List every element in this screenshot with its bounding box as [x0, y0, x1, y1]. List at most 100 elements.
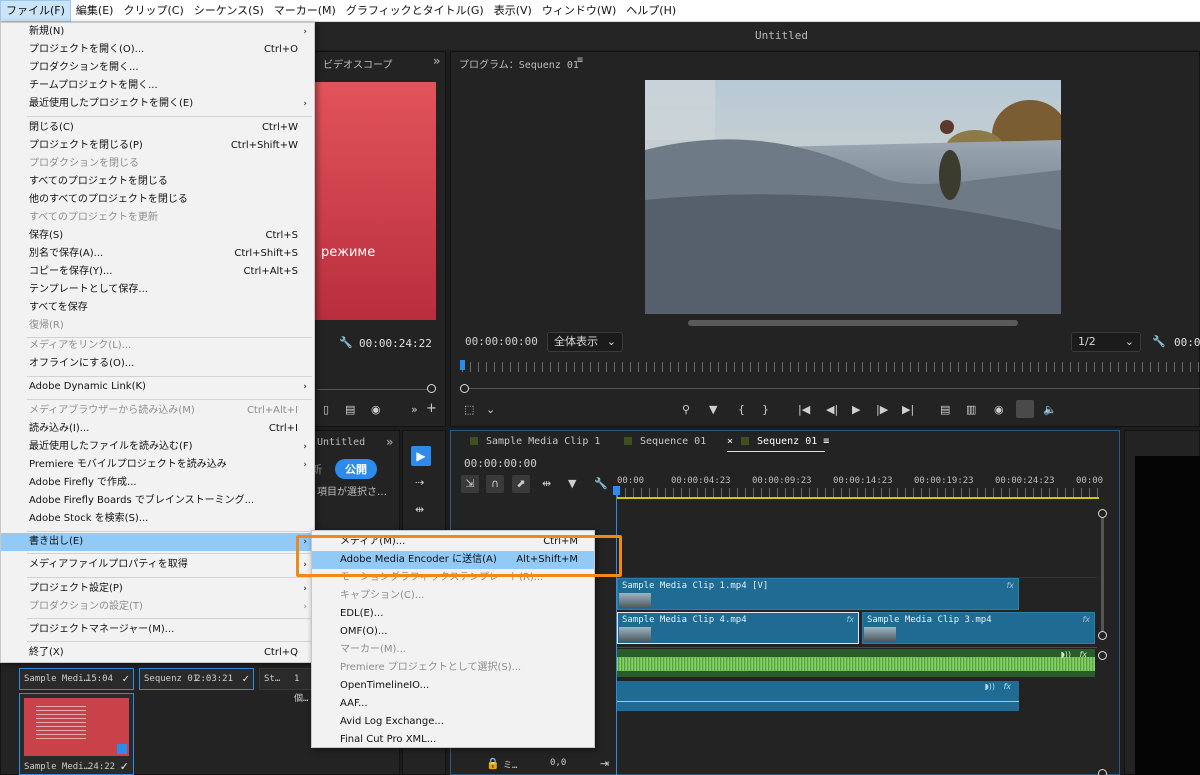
bin-item-graphic[interactable]: Sample Medi… 24:22 ✓ — [19, 693, 134, 775]
menu-item-import-recent[interactable]: 最近使用したファイルを読み込む(F) › — [1, 438, 314, 456]
panel-more-icon[interactable]: » — [433, 54, 440, 68]
work-area-bar[interactable] — [617, 497, 1099, 499]
go-to-out-icon[interactable]: ▶| — [902, 403, 914, 416]
vertical-scrollbar[interactable] — [1101, 518, 1104, 631]
menu-marker[interactable]: マーカー(M) — [269, 0, 341, 22]
add-edit-icon[interactable]: ⇹ — [542, 477, 551, 490]
menu-sequence[interactable]: シーケンス(S) — [189, 0, 269, 22]
menu-item-export-otio[interactable]: OpenTimelineIO... — [312, 677, 594, 695]
program-title[interactable]: プログラム：Sequenz 01 — [459, 56, 579, 71]
menu-item-save-copy[interactable]: コピーを保存(Y)... Ctrl+Alt+S — [1, 263, 314, 281]
menu-item-firefly-create[interactable]: Adobe Firefly で作成... — [1, 474, 314, 492]
menu-item-dynamic-link[interactable]: Adobe Dynamic Link(K) › — [1, 378, 314, 396]
bin-item-other[interactable]: St… 1 個… — [259, 668, 319, 704]
wrench-icon[interactable]: 🔧 — [339, 336, 353, 349]
menu-item-open-team-project[interactable]: チームプロジェクトを開く... — [1, 77, 314, 95]
menu-item-export-omf[interactable]: OMF(O)... — [312, 623, 594, 641]
more-controls-icon[interactable]: » — [411, 403, 418, 416]
comparison-view-icon[interactable] — [1016, 400, 1034, 418]
play-icon[interactable]: ▶ — [852, 403, 860, 416]
menu-item-import-mobile[interactable]: Premiere モバイルプロジェクトを読み込み › — [1, 456, 314, 474]
zoom-dropdown[interactable]: 全体表示 ⌄ — [547, 332, 623, 352]
timeline-scroll-knob[interactable] — [1098, 651, 1107, 660]
menu-item-open-production[interactable]: プロダクションを開く... — [1, 59, 314, 77]
menu-item-export-ale[interactable]: Avid Log Exchange... — [312, 713, 594, 731]
menu-window[interactable]: ウィンドウ(W) — [537, 0, 621, 22]
menu-item-import[interactable]: 読み込み(I)... Ctrl+I — [1, 420, 314, 438]
lift-icon[interactable]: ▤ — [940, 403, 950, 416]
timeline-scroll-knob[interactable] — [1098, 509, 1107, 518]
menu-item-close-other-projects[interactable]: 他のすべてのプロジェクトを閉じる — [1, 191, 314, 209]
mark-in-icon[interactable]: { — [738, 403, 745, 416]
go-to-in-icon[interactable]: |◀ — [798, 403, 810, 416]
menu-item-save-all[interactable]: すべてを保存 — [1, 299, 314, 317]
menu-item-project-settings[interactable]: プロジェクト設定(P) › — [1, 580, 314, 598]
add-button-icon[interactable]: + — [426, 401, 437, 416]
menu-item-close-project[interactable]: プロジェクトを閉じる(P) Ctrl+Shift+W — [1, 137, 314, 155]
menu-item-make-offline[interactable]: オフラインにする(O)... — [1, 355, 314, 373]
lock-icon[interactable]: 🔒 — [486, 757, 500, 770]
export-frame-icon[interactable]: ▯ — [323, 403, 329, 416]
program-playhead[interactable] — [460, 360, 465, 370]
menu-graphics[interactable]: グラフィックとタイトル(G) — [341, 0, 489, 22]
nest-icon[interactable]: ⇲ — [461, 475, 479, 493]
clip-audio-2[interactable]: ◗)) fx — [617, 681, 1019, 711]
menu-clip[interactable]: クリップ(C) — [118, 0, 188, 22]
clip-video-1[interactable]: Sample Media Clip 1.mp4 [V] fx — [617, 578, 1019, 610]
menu-help[interactable]: ヘルプ(H) — [621, 0, 681, 22]
menu-item-file-properties[interactable]: メディアファイルプロパティを取得 › — [1, 556, 314, 574]
program-ruler[interactable] — [462, 362, 1200, 372]
timeline-scroll-knob[interactable] — [1098, 769, 1107, 775]
camera-icon[interactable]: ◉ — [371, 403, 381, 416]
ripple-edit-tool-icon[interactable]: ⇹ — [415, 503, 424, 516]
timeline-scroll-knob[interactable] — [1098, 631, 1107, 640]
menu-item-export-fcp-xml[interactable]: Final Cut Pro XML... — [312, 731, 594, 749]
volume-icon[interactable]: 🔈 — [1043, 403, 1057, 416]
add-marker-icon[interactable]: ▼ — [568, 477, 576, 490]
track-end-icon[interactable]: ⇥ — [600, 757, 609, 770]
program-playhead-knob[interactable] — [460, 384, 469, 393]
tab-sequenz-01[interactable]: × Sequenz 01 ≡ — [727, 436, 829, 447]
selection-tool-icon[interactable]: ▶ — [411, 446, 431, 466]
bin-item-clip[interactable]: Sample Medi… 15:04 ✓ — [19, 668, 134, 690]
menu-item-export-edl[interactable]: EDL(E)... — [312, 605, 594, 623]
menu-item-export[interactable]: 書き出し(E) › — [1, 533, 314, 551]
program-timecode[interactable]: 00:00:00:00 — [465, 335, 538, 348]
snap-icon[interactable]: ∩ — [486, 475, 504, 493]
source-playhead-end[interactable] — [427, 384, 436, 393]
project-tab-publish[interactable]: 公開 — [335, 459, 377, 479]
tab-sample-media-clip-1[interactable]: Sample Media Clip 1 — [470, 436, 600, 447]
extract-icon[interactable]: ▥ — [966, 403, 976, 416]
wrench-icon[interactable]: 🔧 — [594, 477, 608, 490]
menu-item-close[interactable]: 閉じる(C) Ctrl+W — [1, 119, 314, 137]
menu-file[interactable]: ファイル(F) — [0, 0, 71, 22]
wrench-icon[interactable]: 🔧 — [1152, 335, 1166, 348]
volume-rubberband[interactable] — [617, 701, 1019, 702]
menu-item-adobe-stock[interactable]: Adobe Stock を検索(S)... — [1, 510, 314, 528]
tab-sequence-01[interactable]: Sequence 01 — [624, 436, 706, 447]
menu-item-firefly-boards[interactable]: Adobe Firefly Boards でブレインストーミング... — [1, 492, 314, 510]
camera-icon[interactable]: ◉ — [994, 403, 1004, 416]
menu-edit[interactable]: 編集(E) — [71, 0, 119, 22]
panel-more-icon[interactable]: » — [386, 435, 393, 449]
menu-item-open-project[interactable]: プロジェクトを開く(O)... Ctrl+O — [1, 41, 314, 59]
menu-item-new[interactable]: 新規(N) › — [1, 23, 314, 41]
bin-item-sequence[interactable]: Sequenz 01 2:03:21 ✓ — [139, 668, 254, 690]
program-zoom-scrollbar[interactable] — [688, 320, 1018, 326]
zoom-fit-icon[interactable]: ⚲ — [682, 403, 690, 416]
scopes-title[interactable]: ビデオスコープ — [323, 56, 392, 71]
menu-item-project-manager[interactable]: プロジェクトマネージャー(M)... — [1, 621, 314, 639]
timeline-timecode[interactable]: 00:00:00:00 — [464, 457, 537, 470]
overwrite-icon[interactable]: ▤ — [345, 403, 355, 416]
menu-view[interactable]: 表示(V) — [489, 0, 537, 22]
project-title[interactable]: Untitled — [317, 437, 365, 448]
menu-item-save-as[interactable]: 別名で保存(A)... Ctrl+Shift+S — [1, 245, 314, 263]
marker-select-icon[interactable]: ⬚ — [464, 403, 474, 416]
panel-menu-icon[interactable]: ≡ — [823, 436, 829, 447]
step-back-icon[interactable]: ◀| — [826, 403, 838, 416]
clip-video-4[interactable]: Sample Media Clip 4.mp4 fx — [617, 612, 859, 644]
close-icon[interactable]: × — [727, 436, 733, 447]
linked-selection-icon[interactable]: ⬈ — [512, 475, 530, 493]
step-forward-icon[interactable]: |▶ — [876, 403, 888, 416]
track-value[interactable]: 0,0 — [550, 758, 566, 768]
